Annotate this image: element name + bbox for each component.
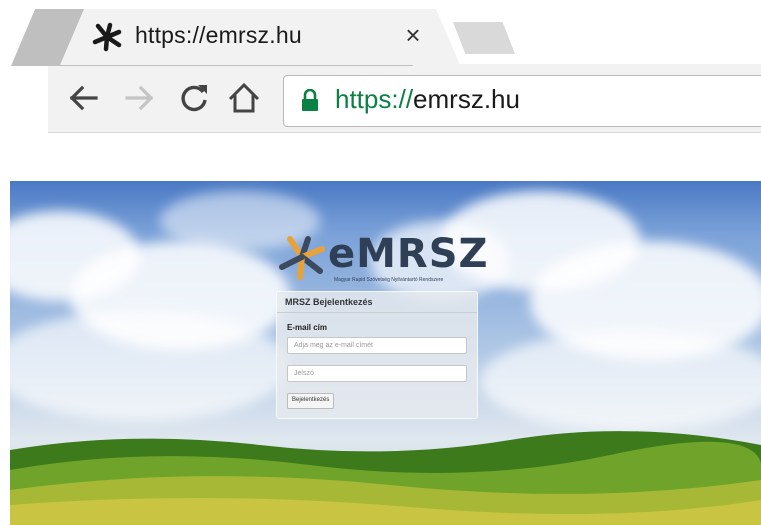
reload-icon <box>181 85 207 112</box>
login-divider <box>277 312 477 313</box>
logo-wordmark: eMRSZ <box>328 231 489 277</box>
email-field[interactable]: Adja meg az e-mail címét <box>287 337 467 354</box>
email-label: E-mail cím <box>287 323 328 332</box>
reload-button[interactable] <box>176 80 212 116</box>
url-text[interactable]: https://emrsz.hu <box>335 84 520 115</box>
login-button[interactable]: Bejelentkezés <box>287 393 335 409</box>
lock-icon <box>302 89 318 111</box>
password-field[interactable]: Jelszó <box>287 365 467 382</box>
arrow-right-icon <box>125 85 154 111</box>
tab-close-button[interactable]: × <box>398 20 428 50</box>
login-title: MRSZ Bejelentkezés <box>285 297 373 307</box>
url-scheme: https:// <box>335 84 414 114</box>
favicon-icon <box>92 22 122 52</box>
hills-background <box>10 431 761 525</box>
tab-title: https://emrsz.hu <box>135 22 302 48</box>
forward-button[interactable] <box>121 80 157 116</box>
emrsz-logo: eMRSZ Magyar Rapid Szövetség Nyilvántart… <box>278 231 488 285</box>
emrsz-logo-mark-icon <box>279 236 325 280</box>
back-button[interactable] <box>66 80 102 116</box>
logo-tagline: Magyar Rapid Szövetség Nyilvántartó Rend… <box>334 277 444 283</box>
home-button[interactable] <box>226 80 262 116</box>
url-host: emrsz.hu <box>413 84 520 114</box>
home-icon <box>228 82 260 113</box>
arrow-left-icon <box>69 85 98 111</box>
web-page: eMRSZ Magyar Rapid Szövetség Nyilvántart… <box>10 181 761 525</box>
login-panel: MRSZ Bejelentkezés E-mail cím Adja meg a… <box>276 291 478 419</box>
